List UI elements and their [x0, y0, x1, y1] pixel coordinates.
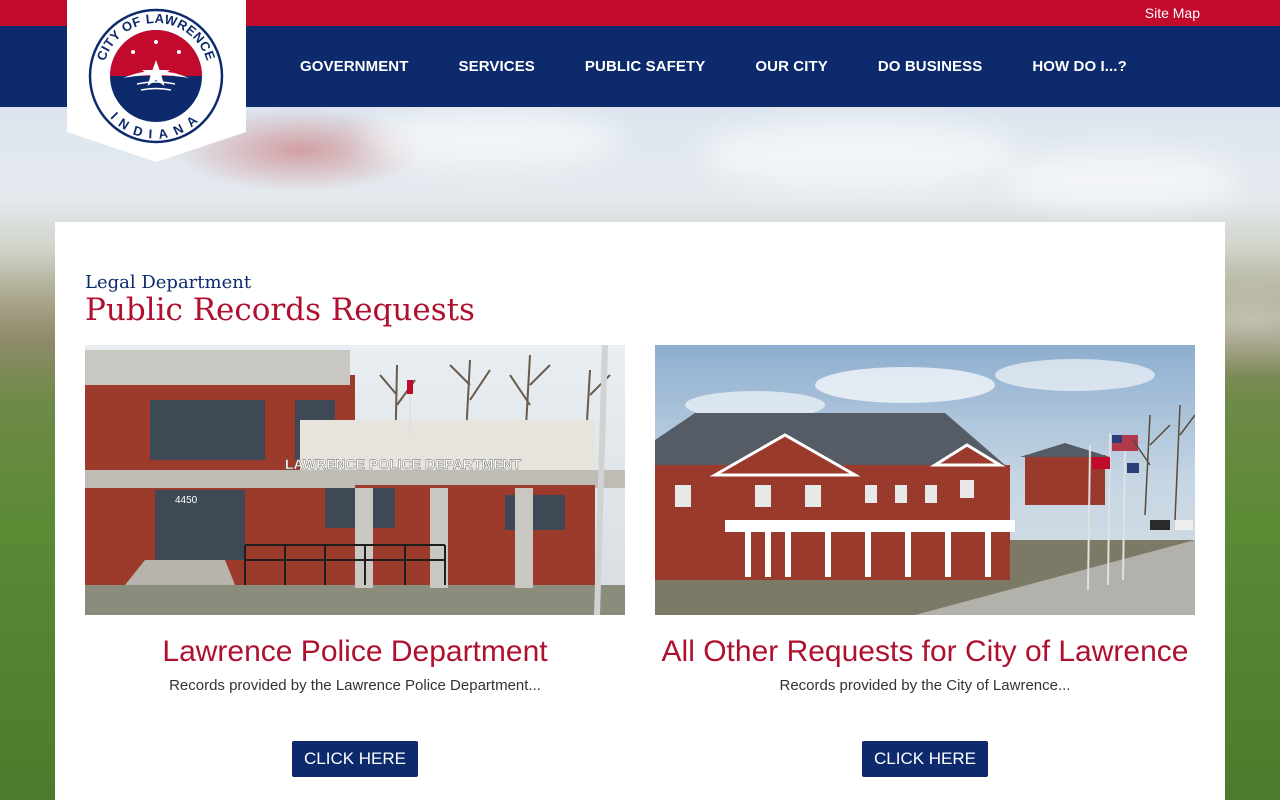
police-request-card: LAWRENCE POLICE DEPARTMENT 4450 Lawrence…: [85, 345, 625, 777]
city-card-description: Records provided by the City of Lawrence…: [779, 677, 1071, 694]
police-address-number: 4450: [175, 495, 198, 506]
police-card-title[interactable]: Lawrence Police Department: [85, 635, 625, 669]
city-card-title[interactable]: All Other Requests for City of Lawrence: [655, 635, 1195, 669]
nav-item-how-do-i[interactable]: HOW DO I...?: [1032, 58, 1127, 75]
page-title: Public Records Requests: [85, 292, 475, 328]
police-building-sign: LAWRENCE POLICE DEPARTMENT: [285, 456, 522, 472]
content-card: Legal Department Public Records Requests: [55, 222, 1225, 800]
city-click-here-button[interactable]: CLICK HERE: [861, 741, 989, 777]
nav-item-government[interactable]: GOVERNMENT: [300, 58, 409, 75]
city-hall-photo: [655, 345, 1195, 615]
police-click-here-button[interactable]: CLICK HERE: [291, 741, 419, 777]
city-logo[interactable]: CITY OF LAWRENCE INDIANA: [67, 0, 246, 162]
city-request-card: All Other Requests for City of Lawrence …: [655, 345, 1195, 777]
nav-item-public-safety[interactable]: PUBLIC SAFETY: [585, 58, 705, 75]
nav-item-services[interactable]: SERVICES: [459, 58, 535, 75]
nav-item-our-city[interactable]: OUR CITY: [755, 58, 827, 75]
nav-item-do-business[interactable]: DO BUSINESS: [878, 58, 982, 75]
site-map-link[interactable]: Site Map: [1145, 5, 1200, 21]
police-card-description: Records provided by the Lawrence Police …: [169, 677, 541, 694]
nav-list: GOVERNMENT SERVICES PUBLIC SAFETY OUR CI…: [300, 26, 1177, 107]
department-label: Legal Department: [85, 272, 252, 293]
police-department-photo: LAWRENCE POLICE DEPARTMENT 4450: [85, 345, 625, 615]
